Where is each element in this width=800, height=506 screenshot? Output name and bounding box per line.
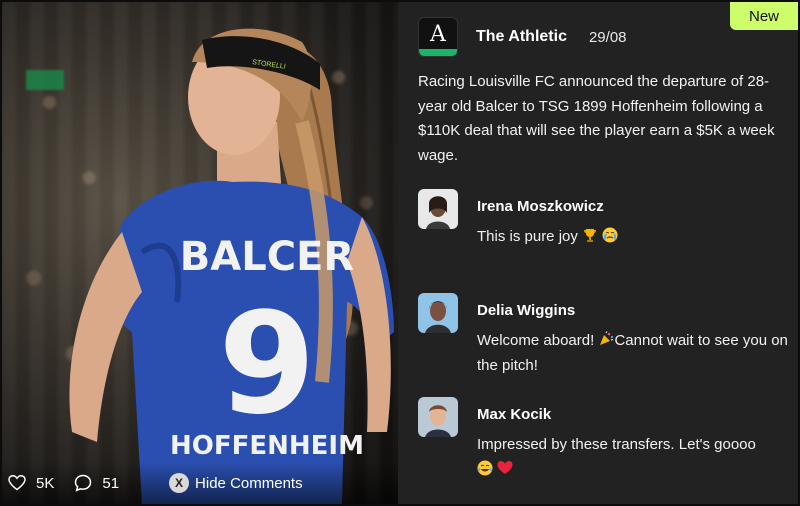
post-header: A The Athletic 29/08 — [418, 17, 627, 57]
comment-text-content: Impressed by these transfers. Let's gooo… — [477, 436, 756, 453]
like-button[interactable]: 5K — [8, 475, 54, 492]
logo-letter: A — [430, 21, 446, 47]
player-photo: STORELLI BALCER 9 HOFFENHEIM — [2, 2, 398, 504]
party-popper-emoji — [600, 331, 614, 345]
the-athletic-logo-icon: A — [418, 17, 458, 57]
comment-text: Welcome aboard! Cannot wait to see you o… — [477, 329, 797, 378]
comment-text: This is pure joy — [477, 225, 797, 250]
x-button-icon: X — [169, 473, 190, 493]
comment-item: Irena Moszkowicz This is pure joy — [418, 189, 793, 259]
comment-text-content: Welcome aboard! — [477, 332, 599, 349]
comment-text-content: This is pure joy — [477, 228, 578, 245]
shirt-number: 9 — [218, 283, 315, 446]
new-badge: New — [730, 2, 798, 30]
post-date: 29/08 — [588, 28, 627, 46]
comment-author: Irena Moszkowicz — [477, 198, 604, 215]
comment-item: Delia Wiggins Welcome aboard! Cannot wai… — [418, 293, 793, 383]
post-source: The Athletic — [476, 28, 567, 45]
comment-text: Impressed by these transfers. Let's gooo… — [477, 433, 797, 482]
comment-count: 51 — [102, 474, 120, 492]
post-body: Racing Louisville FC announced the depar… — [418, 73, 775, 164]
trophy-emoji — [584, 229, 597, 242]
comment-item: Max Kocik Impressed by these transfers. … — [418, 397, 793, 487]
comment-button[interactable]: 51 — [74, 474, 119, 492]
hide-comments-button[interactable]: X Hide Comments — [169, 473, 303, 493]
avatar — [418, 293, 458, 333]
avatar — [418, 397, 458, 437]
shirt-club-text: HOFFENHEIM — [170, 431, 364, 461]
red-heart-emoji — [497, 460, 513, 474]
like-count: 5K — [36, 474, 55, 492]
crying-face-emoji — [602, 227, 618, 243]
heart-icon — [8, 475, 26, 491]
grinning-face-emoji — [477, 460, 493, 475]
hide-comments-label: Hide Comments — [195, 474, 303, 492]
avatar — [418, 189, 458, 229]
logo-stripe — [419, 49, 457, 56]
player-illustration: STORELLI BALCER 9 HOFFENHEIM — [69, 28, 395, 504]
speech-bubble-icon — [75, 474, 92, 492]
comment-author: Max Kocik — [477, 406, 552, 423]
comment-author: Delia Wiggins — [477, 302, 576, 319]
shirt-name: BALCER — [180, 234, 354, 280]
news-panel: New A The Athletic 29/08 Racing Louisvil… — [398, 2, 798, 504]
post-action-bar: 5K 51 X Hide Comments — [2, 462, 398, 504]
